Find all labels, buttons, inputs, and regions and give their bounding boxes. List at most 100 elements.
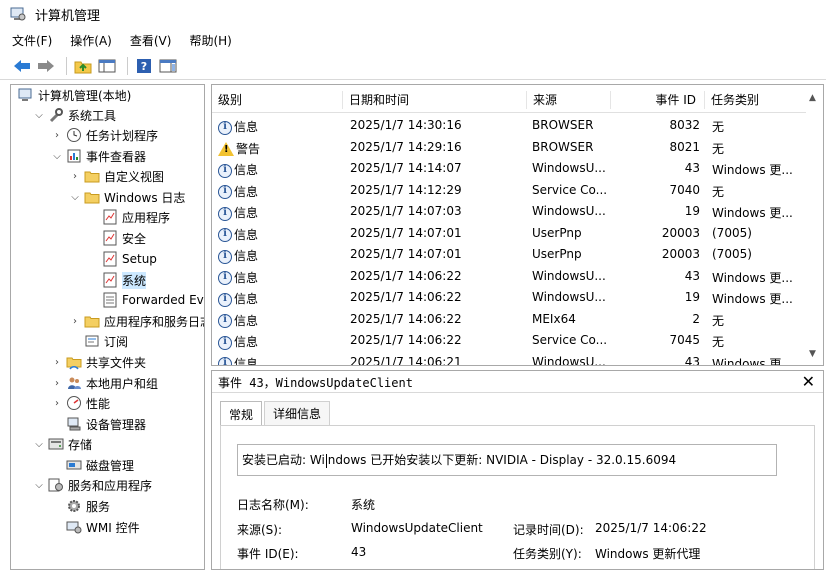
tree-node-windows-logs[interactable]: ⌵ Windows 日志 <box>69 187 185 207</box>
tree-node-subscriptions[interactable]: 订阅 <box>69 331 128 351</box>
toolbar-separator <box>127 56 128 75</box>
tree-node-label: 系统 <box>122 271 147 289</box>
event-id-value: 43 <box>351 545 367 559</box>
tab-general[interactable]: 常规 <box>220 401 263 426</box>
event-source: WindowsU... <box>532 354 606 366</box>
chevron-down-icon[interactable]: ⌵ <box>33 438 45 450</box>
back-icon[interactable] <box>12 56 32 76</box>
event-row[interactable]: 信息 2025/1/7 14:07:03 WindowsU... 19 Windows … <box>212 201 823 223</box>
event-source: BROWSER <box>532 118 594 132</box>
chevron-down-icon[interactable]: ⌵ <box>69 191 81 203</box>
event-level-text: 信息 <box>234 227 259 242</box>
tree-node-wmi-control[interactable]: WMI 控件 <box>51 517 140 537</box>
log-name-label: 日志名称(M): <box>237 498 309 512</box>
chevron-down-icon[interactable]: ⌵ <box>33 109 45 121</box>
log-icon <box>102 251 118 267</box>
event-level: 信息 <box>218 355 258 365</box>
event-date: 2025/1/7 14:06:22 <box>350 333 462 347</box>
event-task: (7005) <box>712 247 752 261</box>
chevron-right-icon[interactable]: › <box>51 356 63 368</box>
event-row[interactable]: 信息 2025/1/7 14:06:22 WindowsU... 43 Windows … <box>212 266 823 288</box>
show-hide-action-pane-icon[interactable] <box>158 56 178 76</box>
column-header-date[interactable]: 日期和时间 <box>342 91 409 109</box>
event-list-header: 级别 日期和时间 来源 事件 ID 任务类别 <box>212 85 823 113</box>
event-row[interactable]: 信息 2025/1/7 14:06:22 MEIx64 2无 <box>212 309 823 331</box>
event-source: BROWSER <box>532 139 594 154</box>
event-level: 信息 <box>218 312 258 329</box>
event-list-scrollbar[interactable]: ▲ ▼ <box>806 85 823 365</box>
tree-node-disk-management[interactable]: 磁盘管理 <box>51 455 134 475</box>
event-source: MEIx64 <box>532 311 576 326</box>
event-description-box[interactable]: 安装已启动: Wi ndows 已开始安装以下更新: NVIDIA - Displ… <box>237 444 777 476</box>
tree-node-log-setup[interactable]: Setup <box>87 249 157 269</box>
tree-node-performance[interactable]: › 性能 <box>51 393 110 413</box>
tree-node-services[interactable]: 服务 <box>51 496 110 516</box>
tree-node-event-viewer[interactable]: ⌵ 事件查看器 <box>51 146 146 166</box>
event-row[interactable]: 信息 2025/1/7 14:12:29 Service Co... 7040 无 <box>212 180 823 202</box>
menu-action[interactable]: 操作(A) <box>70 32 112 49</box>
menu-help[interactable]: 帮助(H) <box>189 32 231 49</box>
event-level: 信息 <box>218 333 258 350</box>
info-icon <box>218 185 232 199</box>
scroll-up-icon[interactable]: ▲ <box>809 93 816 103</box>
forward-icon[interactable] <box>36 56 56 76</box>
tree-node-local-users-groups[interactable]: › 本地用户和组 <box>51 373 158 393</box>
event-date: 2025/1/7 14:06:22 <box>350 290 462 304</box>
chevron-down-icon[interactable]: ⌵ <box>33 479 45 491</box>
chevron-right-icon[interactable]: › <box>51 397 63 409</box>
menu-file[interactable]: 文件(F) <box>12 32 52 49</box>
event-row[interactable]: 信息 2025/1/7 14:06:22 Service Co... 7045 无 <box>212 330 823 352</box>
tree-node-log-system[interactable]: 系统 <box>87 270 147 290</box>
event-row[interactable]: 信息 2025/1/7 14:07:01 UserPnp 20003 (7005) <box>212 223 823 245</box>
tree-node-task-scheduler[interactable]: › 任务计划程序 <box>51 125 158 145</box>
tree-node-label: Forwarded Eve <box>122 293 205 307</box>
tree-node-log-application[interactable]: 应用程序 <box>87 207 170 227</box>
event-row[interactable]: 信息 2025/1/7 14:07:01 UserPnp 20003 (7005) <box>212 244 823 266</box>
services-apps-icon <box>48 477 64 493</box>
chevron-right-icon[interactable]: › <box>69 315 81 327</box>
tree-node-shared-folders[interactable]: › 共享文件夹 <box>51 352 146 372</box>
event-row[interactable]: 信息 2025/1/7 14:06:21 WindowsU... 43 Windows … <box>212 352 823 366</box>
event-id: 20003 <box>661 247 700 261</box>
event-level: 警告 <box>218 140 260 157</box>
event-level-text: 信息 <box>234 249 259 263</box>
event-row[interactable]: 警告 2025/1/7 14:29:16 BROWSER 8021 无 <box>212 137 823 159</box>
storage-icon <box>48 436 64 452</box>
event-row[interactable]: 信息 2025/1/7 14:06:22 WindowsU... 19 Windows … <box>212 287 823 309</box>
show-hide-console-tree-icon[interactable] <box>97 56 117 76</box>
event-task: 无 <box>712 184 725 199</box>
tree-node-system-tools[interactable]: ⌵ 系统工具 <box>33 105 116 125</box>
close-icon[interactable]: ✕ <box>802 372 815 391</box>
tree-node-root[interactable]: 计算机管理(本地) <box>15 85 131 105</box>
scroll-down-icon[interactable]: ▼ <box>809 349 816 359</box>
tab-details[interactable]: 详细信息 <box>264 401 331 425</box>
chevron-down-icon[interactable]: ⌵ <box>51 150 63 162</box>
chevron-right-icon[interactable]: › <box>51 377 63 389</box>
event-row[interactable]: 信息 2025/1/7 14:30:16 BROWSER 8032 无 <box>212 115 823 137</box>
text-cursor <box>325 453 327 468</box>
tree-node-services-apps[interactable]: ⌵ 服务和应用程序 <box>33 475 152 495</box>
subscription-icon <box>84 333 100 349</box>
column-header-source[interactable]: 来源 <box>526 91 557 109</box>
help-icon[interactable]: ? <box>134 56 154 76</box>
tree-node-log-forwarded[interactable]: Forwarded Eve <box>87 290 205 310</box>
tree-node-log-security[interactable]: 安全 <box>87 228 146 248</box>
menu-view[interactable]: 查看(V) <box>130 32 172 49</box>
event-date: 2025/1/7 14:12:29 <box>350 182 462 197</box>
chevron-right-icon[interactable]: › <box>51 129 63 141</box>
tree-node-storage[interactable]: ⌵ 存储 <box>33 434 92 454</box>
column-header-event-id[interactable]: 事件 ID <box>610 91 702 109</box>
up-folder-icon[interactable] <box>73 56 93 76</box>
tree-node-apps-services-logs[interactable]: › 应用程序和服务日志 <box>69 311 204 331</box>
chevron-right-icon[interactable]: › <box>69 170 81 182</box>
event-task: Windows 更... <box>712 292 793 306</box>
tree-node-custom-views[interactable]: › 自定义视图 <box>69 166 164 186</box>
column-header-task-category[interactable]: 任务类别 <box>704 91 759 109</box>
info-icon <box>218 335 232 350</box>
tree-node-device-manager[interactable]: 设备管理器 <box>51 414 146 434</box>
event-row[interactable]: 信息 2025/1/7 14:14:07 WindowsU... 43 Windows … <box>212 158 823 180</box>
column-header-level[interactable]: 级别 <box>212 91 242 109</box>
